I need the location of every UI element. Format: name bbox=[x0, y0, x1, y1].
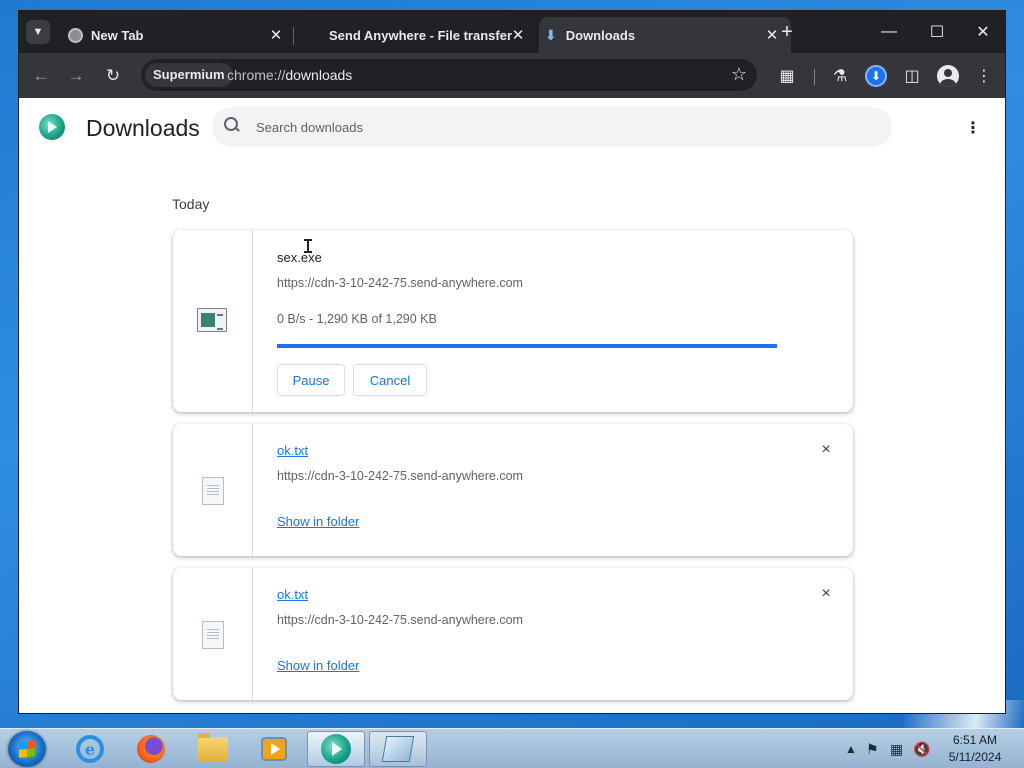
firefox-taskbar-button[interactable] bbox=[122, 731, 180, 767]
action-center-flag-icon[interactable]: ⚑ bbox=[866, 729, 879, 768]
menu-icon[interactable]: ⋮ bbox=[972, 64, 996, 88]
network-icon[interactable]: ▦ bbox=[890, 729, 903, 768]
labs-icon[interactable]: ⚗ bbox=[828, 64, 852, 88]
internet-explorer-taskbar-button[interactable]: e bbox=[61, 731, 119, 767]
file-name: sex.exe bbox=[277, 250, 322, 265]
file-name-link[interactable]: ok.txt bbox=[277, 443, 308, 458]
file-icon-column bbox=[173, 568, 253, 700]
system-clock[interactable]: 6:51 AM 5/11/2024 bbox=[934, 732, 1016, 766]
star-icon[interactable]: ☆ bbox=[731, 64, 747, 85]
tab-close-icon[interactable]: ✕ bbox=[509, 26, 527, 44]
downloads-page: Downloads ⋮ Today sex.exe https://cdn-3-… bbox=[19, 98, 1005, 713]
exe-file-icon bbox=[197, 308, 227, 332]
tab-label: Downloads bbox=[565, 27, 636, 43]
side-panel-icon[interactable]: ◫ bbox=[900, 64, 924, 88]
text-file-icon bbox=[202, 477, 224, 505]
maximize-icon[interactable]: ☐ bbox=[922, 19, 952, 45]
file-icon-column bbox=[173, 230, 253, 412]
clock-date: 5/11/2024 bbox=[948, 750, 1002, 764]
tab-new-tab[interactable]: New Tab ✕ bbox=[59, 17, 295, 53]
more-actions-icon[interactable]: ⋮ bbox=[963, 118, 983, 138]
tab-label: Send Anywhere - File transfer bbox=[329, 27, 513, 43]
tab-send-anywhere[interactable]: Send Anywhere - File transfer ✕ bbox=[299, 17, 537, 53]
search-icon bbox=[224, 117, 240, 133]
media-player-taskbar-button[interactable] bbox=[245, 731, 303, 767]
reload-icon[interactable]: ↻ bbox=[101, 64, 125, 88]
profile-icon[interactable] bbox=[936, 64, 960, 88]
download-status: 0 B/s - 1,290 KB of 1,290 KB bbox=[277, 312, 437, 326]
folder-icon bbox=[198, 733, 228, 761]
source-url: https://cdn-3-10-242-75.send-anywhere.co… bbox=[277, 469, 523, 483]
firefox-icon bbox=[137, 735, 165, 763]
remove-close-icon[interactable]: × bbox=[817, 585, 835, 603]
text-cursor-icon bbox=[304, 239, 312, 253]
show-in-folder-link[interactable]: Show in folder bbox=[277, 514, 359, 529]
search-bar[interactable] bbox=[212, 107, 892, 147]
taskbar: e ▲ ⚑ ▦ 🔇 6:51 AM 5/11/2024 bbox=[0, 728, 1024, 768]
back-icon[interactable]: ← bbox=[29, 64, 53, 88]
notepad-icon bbox=[381, 736, 415, 762]
forward-icon[interactable]: → bbox=[64, 64, 88, 88]
tab-label: New Tab bbox=[91, 27, 144, 43]
notepad-taskbar-button[interactable] bbox=[369, 731, 427, 767]
close-icon[interactable]: ✕ bbox=[968, 19, 998, 45]
supermium-app-icon bbox=[321, 734, 351, 764]
source-url: https://cdn-3-10-242-75.send-anywhere.co… bbox=[277, 613, 523, 627]
plus-icon[interactable]: + bbox=[776, 21, 798, 43]
url-text[interactable]: chrome://downloads bbox=[227, 67, 352, 83]
progress-fill bbox=[277, 344, 777, 348]
text-file-icon bbox=[202, 621, 224, 649]
globe-icon bbox=[68, 27, 83, 43]
minimize-icon[interactable]: — bbox=[874, 19, 904, 45]
start-button[interactable] bbox=[8, 731, 46, 767]
profile-chip[interactable]: Supermium bbox=[145, 63, 233, 87]
clock-time: 6:51 AM bbox=[952, 733, 998, 747]
page-title: Downloads bbox=[86, 115, 200, 141]
address-bar[interactable]: Supermium chrome://downloads ☆ bbox=[141, 59, 757, 91]
url-scheme: chrome:// bbox=[227, 67, 286, 83]
tab-close-icon[interactable]: ✕ bbox=[267, 26, 285, 44]
downloads-toolbar-icon[interactable]: ⬇ bbox=[864, 64, 888, 88]
download-item: sex.exe https://cdn-3-10-242-75.send-any… bbox=[173, 230, 853, 412]
show-hidden-icons[interactable]: ▲ bbox=[845, 729, 857, 768]
tab-downloads[interactable]: ⬇ Downloads ✕ bbox=[539, 17, 791, 53]
source-url: https://cdn-3-10-242-75.send-anywhere.co… bbox=[277, 276, 523, 290]
volume-muted-icon[interactable]: 🔇 bbox=[913, 729, 930, 768]
toolbar-separator bbox=[814, 69, 815, 85]
pause-button[interactable]: Pause bbox=[277, 364, 345, 396]
supermium-taskbar-button[interactable] bbox=[307, 731, 365, 767]
tab-search-icon[interactable]: ▼ bbox=[26, 20, 50, 44]
download-icon: ⬇ bbox=[545, 26, 557, 43]
progress-bar bbox=[277, 344, 777, 348]
show-in-folder-link[interactable]: Show in folder bbox=[277, 658, 359, 673]
browser-window: ▼ New Tab ✕ Send Anywhere - File transfe… bbox=[18, 10, 1006, 714]
remove-close-icon[interactable]: × bbox=[817, 441, 835, 459]
date-header: Today bbox=[172, 196, 210, 212]
media-player-icon bbox=[261, 737, 287, 761]
file-icon-column bbox=[173, 424, 253, 556]
tab-separator bbox=[293, 27, 294, 45]
extensions-icon[interactable]: ▦ bbox=[775, 64, 799, 88]
cancel-button[interactable]: Cancel bbox=[353, 364, 427, 396]
url-host: downloads bbox=[285, 67, 353, 83]
tab-strip: ▼ New Tab ✕ Send Anywhere - File transfe… bbox=[19, 11, 1005, 53]
toolbar: ← → ↻ Supermium chrome://downloads ☆ ▦ ⚗… bbox=[19, 53, 1005, 98]
download-item: ok.txt https://cdn-3-10-242-75.send-anyw… bbox=[173, 568, 853, 700]
download-item: ok.txt https://cdn-3-10-242-75.send-anyw… bbox=[173, 424, 853, 556]
file-explorer-taskbar-button[interactable] bbox=[184, 731, 242, 767]
search-input[interactable] bbox=[256, 117, 856, 137]
internet-explorer-icon: e bbox=[76, 735, 104, 763]
file-name-link[interactable]: ok.txt bbox=[277, 587, 308, 602]
downloads-logo bbox=[39, 114, 65, 140]
